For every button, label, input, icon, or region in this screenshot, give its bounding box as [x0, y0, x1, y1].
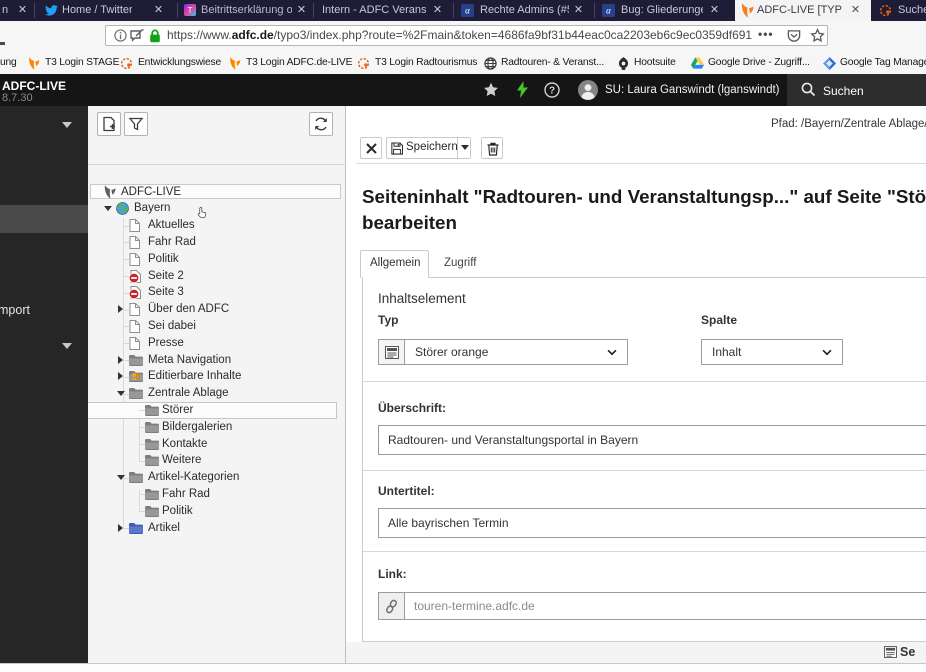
svg-text:α: α: [465, 6, 470, 16]
svg-text:?: ?: [549, 86, 555, 97]
svg-text:T: T: [188, 6, 193, 15]
svg-text:α: α: [606, 6, 611, 16]
